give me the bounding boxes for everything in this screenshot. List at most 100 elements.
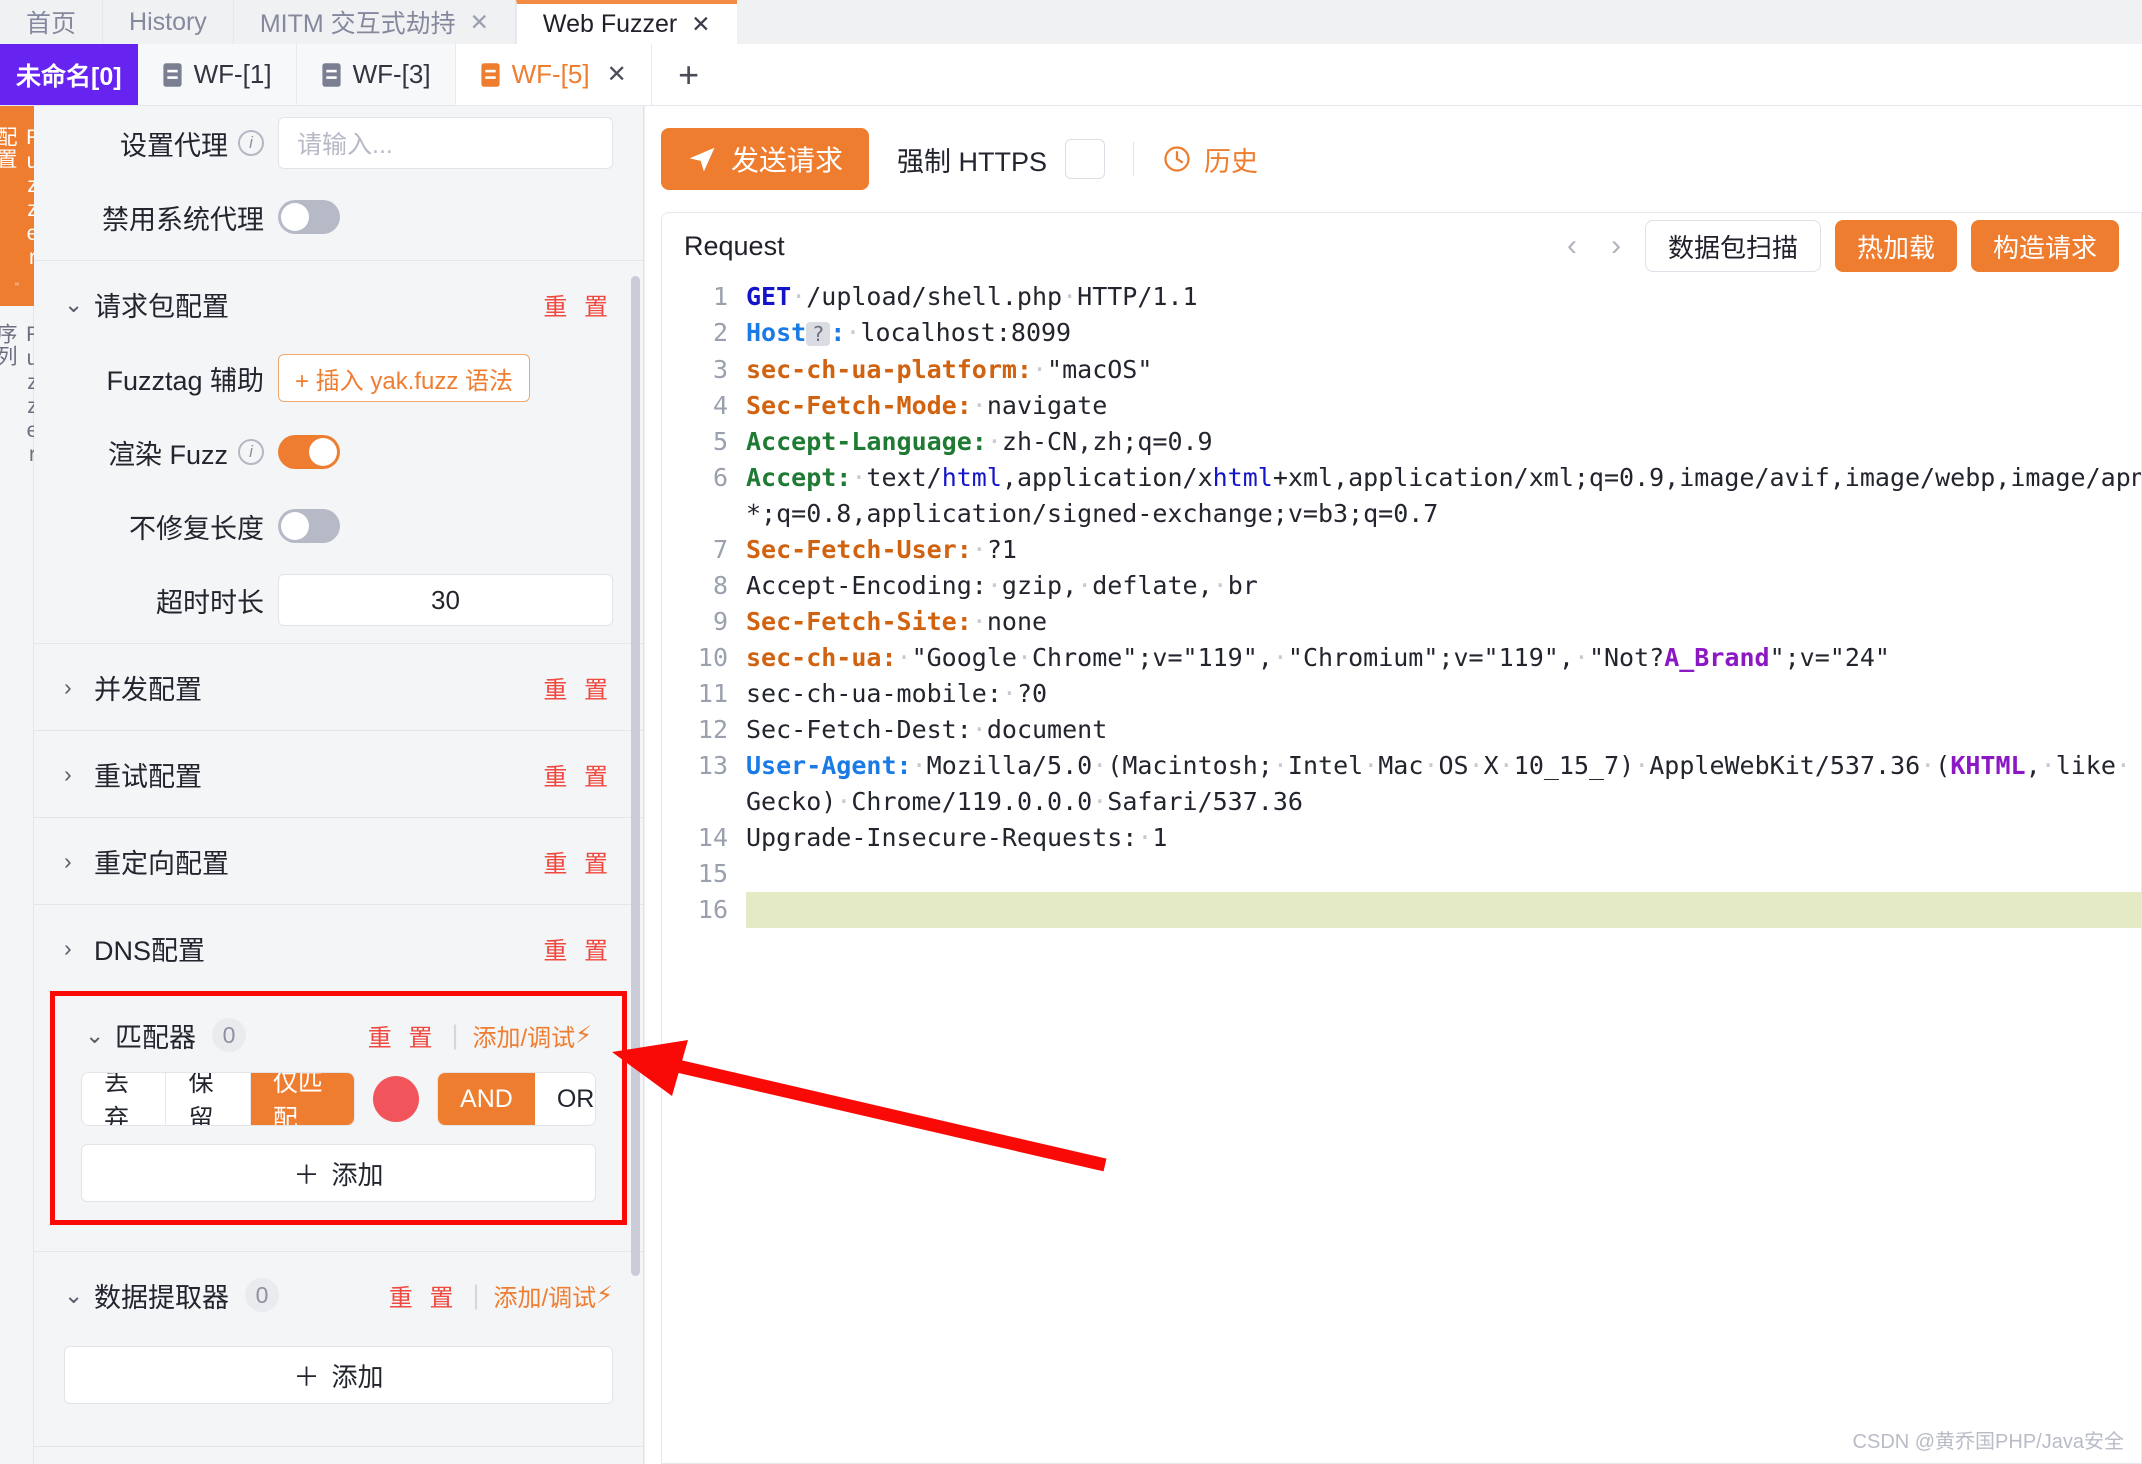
editor-line: 4 Sec-Fetch-Mode:·navigate: [662, 388, 2141, 424]
plus-icon: ＋: [293, 1361, 320, 1392]
lightning-icon[interactable]: ⚡: [596, 1281, 613, 1310]
section-matcher-reset[interactable]: 重 置: [368, 1018, 438, 1053]
main-tab-web-fuzzer[interactable]: Web Fuzzer ✕: [515, 0, 737, 44]
close-icon[interactable]: ✕: [691, 11, 710, 38]
line-content[interactable]: Accept-Language:·zh-CN,zh;q=0.9: [746, 424, 1213, 460]
build-request-button[interactable]: 构造请求: [1970, 220, 2119, 272]
section-variables-header[interactable]: ⌄ 设置变量 重 置 | 预 览 | 添加 ＋: [34, 1453, 643, 1464]
line-content[interactable]: Sec-Fetch-Mode:·navigate: [746, 388, 1107, 424]
disable-system-proxy-toggle[interactable]: [278, 200, 340, 234]
section-retry-reset[interactable]: 重 置: [543, 757, 613, 792]
send-request-button[interactable]: 发送请求: [661, 128, 870, 190]
section-retry-header[interactable]: › 重试配置 重 置: [34, 737, 643, 811]
sub-tab-wf-5[interactable]: WF-[5] ✕: [455, 44, 652, 105]
line-content[interactable]: sec-ch-ua-mobile:·?0: [746, 676, 1047, 712]
request-editor[interactable]: 1 GET·/upload/shell.php·HTTP/1.1 2 Host?:·l…: [662, 279, 2141, 1463]
color-swatch[interactable]: [373, 1076, 420, 1122]
matcher-add-debug-button[interactable]: 添加/调试: [472, 1018, 575, 1053]
section-matcher-header[interactable]: ⌄ 匹配器 0 重 置 | 添加/调试 ⚡: [55, 998, 622, 1072]
config-scrollbar[interactable]: [631, 276, 640, 1276]
line-content[interactable]: Upgrade-Insecure-Requests:·1: [746, 820, 1167, 856]
line-content[interactable]: Sec-Fetch-User:·?1: [746, 532, 1017, 568]
editor-line: 1 GET·/upload/shell.php·HTTP/1.1: [662, 279, 2141, 315]
sub-tab-wf-3[interactable]: WF-[3]: [296, 44, 456, 105]
no-fix-length-toggle[interactable]: [278, 509, 340, 543]
sub-tab-wf-1-label: WF-[1]: [193, 59, 272, 89]
sub-tab-wf-1[interactable]: WF-[1]: [137, 44, 297, 105]
editor-line: 12 Sec-Fetch-Dest:·document: [662, 712, 2141, 748]
line-number: 2: [712, 318, 728, 347]
line-content[interactable]: User-Agent:·Mozilla/5.0·(Macintosh;·Inte…: [746, 748, 2131, 784]
force-https-checkbox[interactable]: [1065, 139, 1106, 179]
matcher-mode-keep[interactable]: 保留: [166, 1073, 251, 1125]
close-icon[interactable]: ✕: [470, 9, 489, 36]
timeout-label: 超时时长: [156, 587, 264, 618]
editor-line: 5 Accept-Language:·zh-CN,zh;q=0.9: [662, 424, 2141, 460]
matcher-mode-only-match[interactable]: 仅匹配: [250, 1073, 355, 1125]
history-label: 历史: [1204, 146, 1259, 177]
line-content[interactable]: *;q=0.8,application/signed-exchange;v=b3…: [746, 496, 1438, 532]
section-request-config-header[interactable]: ⌄ 请求包配置 重 置: [34, 267, 643, 341]
lightning-icon[interactable]: ⚡: [575, 1021, 592, 1050]
editor-line: 2 Host?:·localhost:8099: [662, 315, 2141, 352]
section-concurrency-header[interactable]: › 并发配置 重 置: [34, 650, 643, 724]
next-arrow-icon[interactable]: ›: [1601, 229, 1631, 263]
section-redirect-header[interactable]: › 重定向配置 重 置: [34, 824, 643, 898]
add-fuzzer-tab-button[interactable]: +: [651, 44, 726, 105]
request-tab-label[interactable]: Request: [684, 231, 785, 262]
line-content[interactable]: Accept:·text/html,application/xhtml+xml,…: [746, 460, 2141, 496]
line-content[interactable]: Sec-Fetch-Site:·none: [746, 604, 1047, 640]
info-icon[interactable]: i: [238, 439, 264, 465]
divider: [34, 1446, 643, 1447]
extractor-add-button[interactable]: ＋ 添加: [64, 1346, 613, 1404]
section-request-config-reset[interactable]: 重 置: [543, 287, 613, 322]
matcher-mode-discard[interactable]: 丢弃: [82, 1073, 167, 1125]
line-content[interactable]: Host?:·localhost:8099: [746, 315, 1071, 352]
section-extractor-header[interactable]: ⌄ 数据提取器 0 重 置 | 添加/调试 ⚡: [34, 1258, 643, 1332]
hot-reload-button[interactable]: 热加载: [1834, 220, 1957, 272]
line-content[interactable]: Sec-Fetch-Dest:·document: [746, 712, 1107, 748]
rail-tab-fuzzer-config[interactable]: Fuzzer 配置: [0, 106, 44, 306]
fuzzer-sub-tab-bar: 未命名[0] WF-[1] WF-[3] WF-[5] ✕ +: [0, 44, 2142, 106]
main-tab-mitm[interactable]: MITM 交互式劫持 ✕: [233, 0, 516, 44]
info-icon[interactable]: i: [238, 130, 264, 156]
matcher-logic-segmented: AND OR: [437, 1072, 596, 1126]
matcher-logic-or[interactable]: OR: [535, 1073, 595, 1125]
extractor-add-debug-button[interactable]: 添加/调试: [493, 1278, 596, 1313]
proxy-input[interactable]: 请输入...: [278, 117, 613, 169]
packet-scan-button[interactable]: 数据包扫描: [1644, 220, 1821, 272]
line-content[interactable]: Gecko)·Chrome/119.0.0.0·Safari/537.36: [746, 784, 1303, 820]
section-dns-header[interactable]: › DNS配置 重 置: [34, 911, 643, 985]
section-dns-reset[interactable]: 重 置: [543, 931, 613, 966]
section-extractor-reset[interactable]: 重 置: [389, 1278, 459, 1313]
line-content[interactable]: GET·/upload/shell.php·HTTP/1.1: [746, 279, 1198, 315]
timeout-input[interactable]: 30: [278, 574, 613, 626]
editor-line: *;q=0.8,application/signed-exchange;v=b3…: [662, 496, 2141, 532]
config-scroll-area: 设置代理 i 请输入... 禁用系统代理 ⌄ 请求包配置 重 置 Fuzztag…: [34, 106, 643, 1464]
matcher-add-button[interactable]: ＋ 添加: [81, 1144, 596, 1202]
main-tab-history[interactable]: History: [103, 0, 234, 44]
line-number: 15: [697, 859, 728, 888]
rail-tab-fuzzer-sequence[interactable]: Fuzzer 序列: [0, 306, 44, 496]
matcher-mode-segmented: 丢弃 保留 仅匹配: [81, 1072, 356, 1126]
section-concurrency-reset[interactable]: 重 置: [543, 670, 613, 705]
line-content[interactable]: [746, 856, 761, 892]
section-redirect-reset[interactable]: 重 置: [543, 844, 613, 879]
section-matcher-title: 匹配器: [115, 1022, 196, 1053]
line-content[interactable]: Accept-Encoding:·gzip,·deflate,·br: [746, 568, 1258, 604]
render-fuzz-toggle[interactable]: [278, 435, 340, 469]
close-icon[interactable]: ✕: [607, 60, 627, 89]
line-content[interactable]: [746, 892, 2141, 928]
line-number: 1: [712, 282, 728, 311]
matcher-logic-and[interactable]: AND: [438, 1073, 535, 1125]
prev-arrow-icon[interactable]: ‹: [1557, 229, 1587, 263]
history-button[interactable]: 历史: [1162, 140, 1258, 179]
line-content[interactable]: sec-ch-ua:·"Google·Chrome";v="119",·"Chr…: [746, 640, 1890, 676]
main-tab-home-label: 首页: [26, 10, 77, 38]
plus-icon: ＋: [293, 1159, 320, 1190]
main-tab-home[interactable]: 首页: [0, 0, 104, 44]
line-content[interactable]: sec-ch-ua-platform:·"macOS": [746, 352, 1152, 388]
insert-yak-fuzz-button[interactable]: + 插入 yak.fuzz 语法: [278, 354, 531, 402]
unnamed-group-chip[interactable]: 未命名[0]: [0, 44, 138, 105]
editor-line: 11 sec-ch-ua-mobile:·?0: [662, 676, 2141, 712]
